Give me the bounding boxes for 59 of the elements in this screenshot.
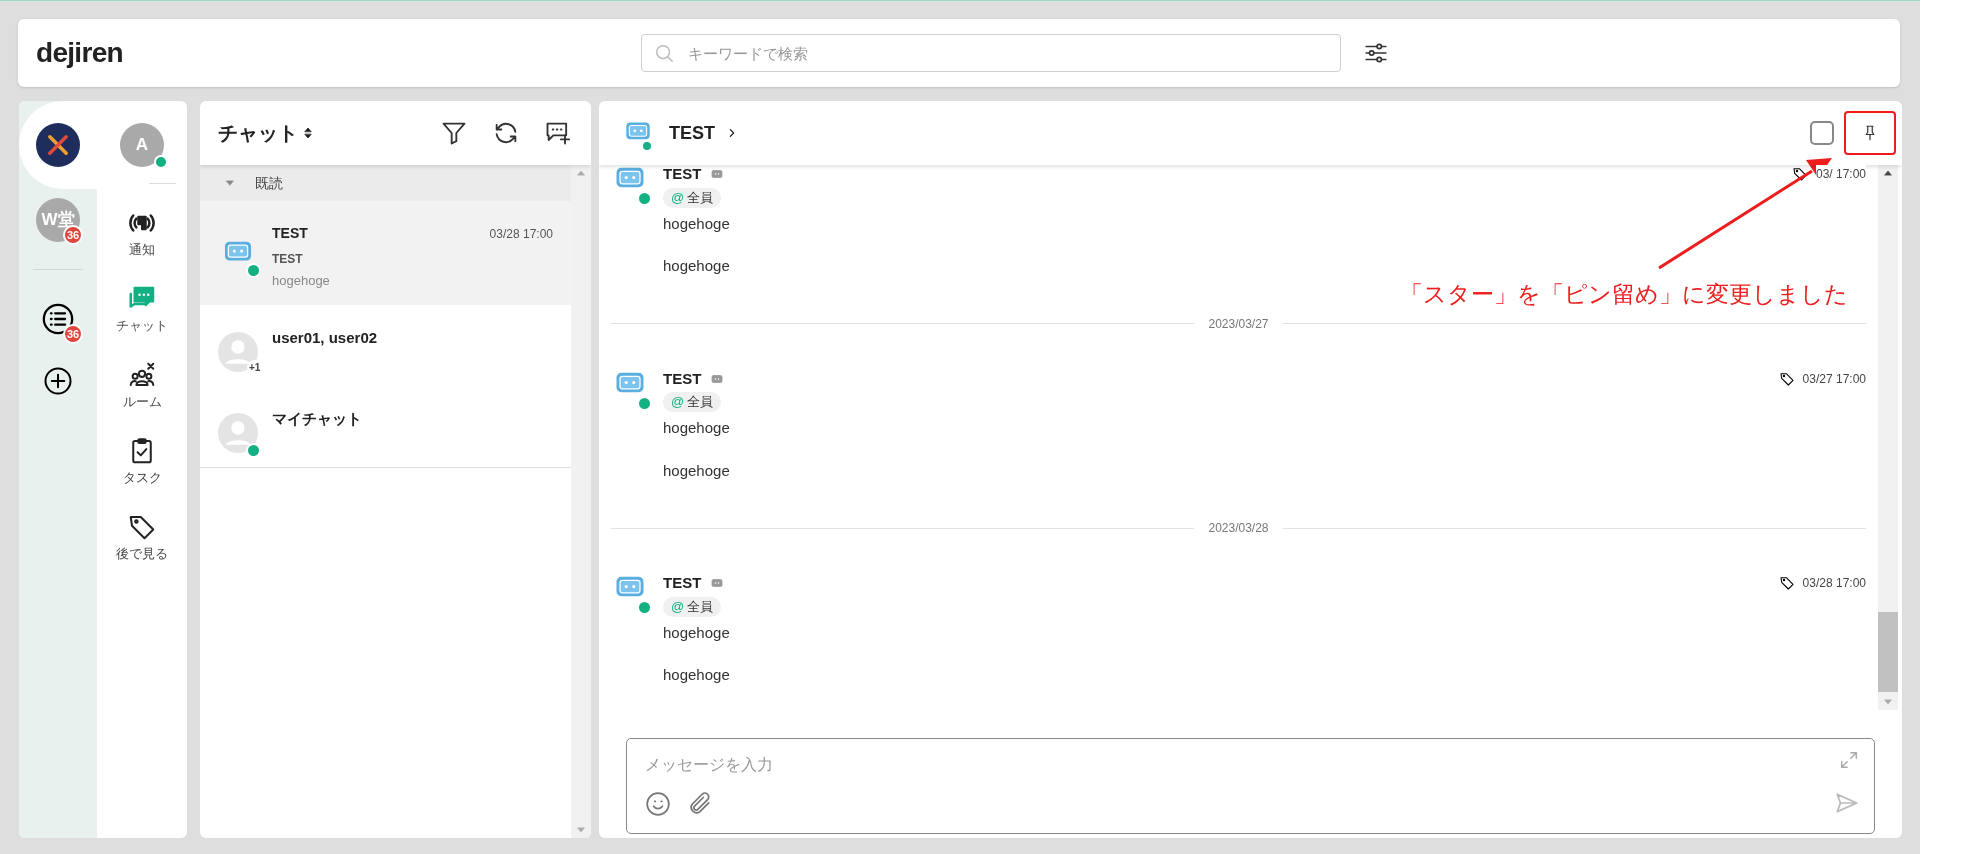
nav-item[interactable]: チャット xyxy=(102,284,182,346)
scroll-up-icon xyxy=(1883,169,1893,177)
mention-label: 全員 xyxy=(687,393,714,412)
tag-icon[interactable] xyxy=(1778,575,1795,592)
bot-badge-icon xyxy=(709,372,726,385)
chat-time: 03/28 17:00 xyxy=(489,226,553,243)
chat-subtitle: TEST xyxy=(272,251,304,268)
chevron-right-icon xyxy=(727,127,737,139)
bot-badge-icon xyxy=(709,168,726,181)
chat-name: マイチャット xyxy=(272,409,363,429)
message-input[interactable]: メッセージを入力 xyxy=(645,753,1795,777)
conversation-title[interactable]: TEST xyxy=(669,119,737,147)
date-separator: 2023/03/28 xyxy=(1207,520,1270,537)
scrollbar-thumb[interactable] xyxy=(1878,612,1898,692)
mention-label: 全員 xyxy=(687,188,714,207)
at-sign: @ xyxy=(671,188,685,207)
annotation-text: 「スター」を「ピン留め」に変更しました xyxy=(1400,280,1848,309)
scroll-down-icon xyxy=(1883,698,1893,706)
app-logo: dejiren xyxy=(36,36,123,70)
message-text: hogehoge xyxy=(663,213,731,234)
message-text: hogehoge xyxy=(663,460,731,481)
person-avatar-icon xyxy=(218,413,258,453)
nav-item[interactable]: ルーム xyxy=(102,360,182,422)
sender-name: TEST xyxy=(663,573,702,593)
sender-name: TEST xyxy=(663,368,702,389)
date-separator: 2023/03/27 xyxy=(1207,315,1270,333)
select-checkbox[interactable] xyxy=(1810,121,1834,145)
mention-label: 全員 xyxy=(687,597,714,616)
tag-icon[interactable] xyxy=(1791,166,1808,183)
expand-icon xyxy=(1838,749,1860,771)
at-sign: @ xyxy=(671,393,685,412)
nav-item[interactable]: 通知 xyxy=(102,208,182,270)
chat-name: TEST xyxy=(272,224,309,243)
nav-item[interactable]: タスク xyxy=(102,436,182,498)
message-preview: hogehoge xyxy=(272,272,331,290)
pin-button[interactable] xyxy=(1844,111,1896,155)
chat-sort-button[interactable]: チャット xyxy=(218,118,314,148)
scrollbar[interactable] xyxy=(571,165,591,838)
tag-icon[interactable] xyxy=(1778,370,1795,387)
at-sign: @ xyxy=(671,597,685,616)
smiley-icon xyxy=(645,791,671,817)
person-avatar-icon xyxy=(218,332,258,372)
bot-badge-icon xyxy=(709,577,726,590)
section-header[interactable]: 既読 xyxy=(200,165,571,201)
message-text: hogehoge xyxy=(663,622,731,643)
plus-icon xyxy=(43,366,73,396)
workspace-button[interactable] xyxy=(36,123,80,167)
scroll-up-icon xyxy=(576,169,586,177)
scrollbar[interactable] xyxy=(1878,165,1898,710)
scroll-down-icon xyxy=(576,826,586,834)
message-text: hogehoge xyxy=(663,256,731,276)
message-text: hogehoge xyxy=(663,665,731,685)
nav-item[interactable]: 後で見る xyxy=(102,512,182,574)
chat-name: user01, user02 xyxy=(272,328,379,348)
message-text: hogehoge xyxy=(663,418,731,438)
search-field[interactable]: キーワードで検索 xyxy=(640,34,1341,72)
chat-list-item[interactable]: TEST TEST hogehoge 03/28 17:00 xyxy=(200,201,571,305)
count-badge: 36 xyxy=(63,324,84,344)
sender-name: TEST xyxy=(663,164,702,184)
